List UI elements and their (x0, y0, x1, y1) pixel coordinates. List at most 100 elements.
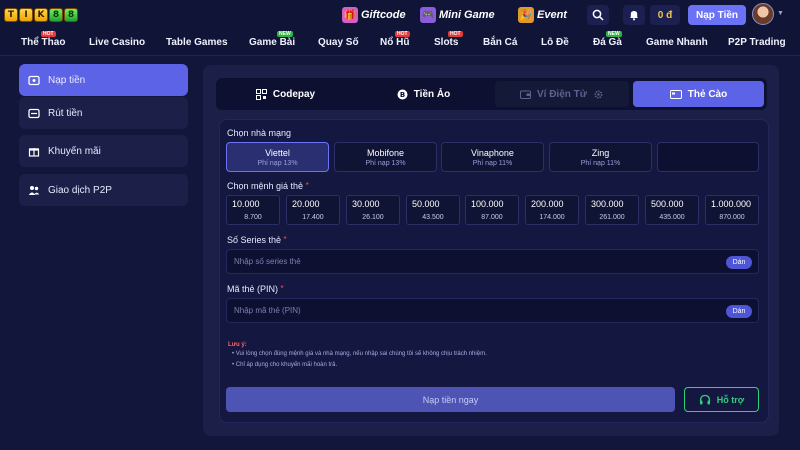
sidebar-item-nap-tien[interactable]: Nạp tiền (19, 64, 188, 96)
nav-item-no-hu[interactable]: HOT Nổ Hũ (380, 31, 410, 48)
amount-receive: 174.000 (539, 214, 565, 221)
amount-label-text: Chọn mệnh giá thẻ (227, 181, 304, 191)
avatar[interactable] (752, 3, 774, 25)
note-item: • Vui lòng chọn đúng mệnh giá và nhà mạn… (232, 351, 487, 357)
tab-tien-ao[interactable]: B Tiền Ảo (356, 81, 491, 107)
amount-option[interactable]: 500.000 435.000 (645, 195, 699, 225)
carrier-fee: Phí nạp 11% (472, 159, 513, 167)
nav-item-ban-ca[interactable]: Bắn Cá (483, 37, 517, 48)
event-link[interactable]: 🎉 Event (518, 5, 567, 25)
sidebar-item-label: Nạp tiền (48, 74, 86, 86)
amount-receive: 261.000 (599, 214, 625, 221)
serial-paste-button[interactable]: Dán (726, 256, 752, 269)
nav-item-p2p-trading[interactable]: P2P Trading (728, 37, 786, 48)
serial-label-text: Số Series thẻ (227, 235, 282, 245)
amount-option[interactable]: 30.000 26.100 (346, 195, 400, 225)
sidebar-item-label: Giao dịch P2P (48, 184, 112, 196)
amount-option[interactable]: 50.000 43.500 (406, 195, 460, 225)
nav-item-the-thao[interactable]: HOT Thể Thao (21, 31, 65, 48)
mini-game-link[interactable]: 🎮 Mini Game (420, 5, 495, 25)
nav-item-da-ga[interactable]: NEW Đá Gà (593, 31, 622, 48)
logo-letter: T (4, 8, 18, 22)
amount-value: 500.000 (651, 199, 684, 209)
carrier-name: Zing (591, 147, 610, 158)
gift-icon: 🎁 (342, 7, 358, 23)
carrier-name: Mobifone (366, 147, 405, 158)
tab-label: Codepay (272, 88, 316, 100)
arcade-icon: 🎮 (420, 7, 436, 23)
logo-letter: 8 (49, 8, 63, 22)
nav-label: Lô Đề (541, 37, 569, 48)
tab-label: Tiền Ảo (413, 88, 451, 100)
tab-vi-dien-tu[interactable]: Ví Điện Tử (495, 81, 629, 107)
amount-option[interactable]: 10.000 8.700 (226, 195, 280, 225)
header-deposit-button[interactable]: Nạp Tiền (688, 5, 746, 25)
note-title: Lưu ý: (228, 342, 247, 348)
sidebar-item-label: Rút tiền (48, 107, 83, 119)
nav-label: Bắn Cá (483, 37, 518, 48)
nav-item-table-games[interactable]: Table Games (166, 37, 228, 48)
tab-the-cao[interactable]: Thẻ Cào (633, 81, 764, 107)
amount-receive: 26.100 (362, 214, 384, 221)
sidebar-item-khuyen-mai[interactable]: Khuyến mãi (19, 135, 188, 167)
giftcode-link[interactable]: 🎁 Giftcode (342, 5, 406, 25)
amount-receive: 17.400 (302, 214, 324, 221)
amount-option[interactable]: 100.000 87.000 (465, 195, 519, 225)
pin-paste-button[interactable]: Dán (726, 305, 752, 318)
event-label: Event (537, 9, 567, 21)
new-badge: NEW (606, 31, 622, 37)
top-header: T I K 8 8 🎁 Giftcode 🎮 Mini Game 🎉 Event… (0, 0, 800, 30)
site-logo[interactable]: T I K 8 8 (4, 3, 94, 27)
nav-item-lo-de[interactable]: Lô Đề (541, 37, 569, 48)
carrier-option-zing[interactable]: Zing Phí nạp 11% (549, 142, 652, 172)
wallet-icon (27, 74, 40, 87)
sidebar-item-rut-tien[interactable]: Rút tiền (19, 97, 188, 129)
carrier-option-viettel[interactable]: Viettel Phí nạp 13% (226, 142, 329, 172)
balance-display: 0 đ (650, 5, 680, 25)
nav-item-slots[interactable]: HOT Slots (434, 31, 463, 48)
giftcode-label: Giftcode (361, 9, 406, 21)
serial-input[interactable]: Nhập số series thẻ Dán (226, 249, 759, 274)
card-icon (669, 89, 682, 99)
pin-placeholder: Nhập mã thẻ (PIN) (234, 306, 301, 315)
pin-input[interactable]: Nhập mã thẻ (PIN) Dán (226, 298, 759, 323)
amount-value: 100.000 (471, 199, 504, 209)
nav-item-live-casino[interactable]: Live Casino (89, 37, 145, 48)
amount-section-label: Chọn mệnh giá thẻ * (227, 181, 309, 191)
carrier-option-vinaphone[interactable]: Vinaphone Phí nạp 11% (441, 142, 544, 172)
carrier-option-empty[interactable] (657, 142, 759, 172)
support-button[interactable]: Hỗ trợ (684, 387, 759, 412)
mini-game-label: Mini Game (439, 9, 495, 21)
sidebar-item-giao-dich-p2p[interactable]: Giao dịch P2P (19, 174, 188, 206)
search-button[interactable] (587, 5, 609, 25)
carrier-option-mobifone[interactable]: Mobifone Phí nạp 13% (334, 142, 437, 172)
payment-method-tabs: Codepay B Tiền Ảo Ví Điện Tử Thẻ Cào (216, 78, 767, 110)
withdraw-icon (27, 107, 40, 120)
pin-label: Mã thẻ (PIN) * (227, 284, 284, 294)
notification-button[interactable] (623, 5, 645, 25)
chevron-down-icon[interactable]: ▼ (777, 10, 784, 17)
deposit-now-button[interactable]: Nạp tiền ngay (226, 387, 675, 412)
amount-option[interactable]: 200.000 174.000 (525, 195, 579, 225)
amount-option[interactable]: 1.000.000 870.000 (705, 195, 759, 225)
sidebar-item-label: Khuyến mãi (48, 145, 101, 157)
logo-letter: 8 (64, 8, 78, 22)
nav-item-quay-so[interactable]: Quay Số (318, 37, 359, 48)
amount-option[interactable]: 20.000 17.400 (286, 195, 340, 225)
amount-receive: 8.700 (244, 214, 262, 221)
nav-label: Nổ Hũ (380, 37, 410, 48)
e-wallet-icon (519, 90, 531, 99)
amount-option[interactable]: 300.000 261.000 (585, 195, 639, 225)
nav-item-game-bai[interactable]: NEW Game Bài (249, 31, 295, 48)
tab-codepay[interactable]: Codepay (219, 81, 352, 107)
p2p-icon (27, 184, 40, 197)
amount-receive: 870.000 (719, 214, 745, 221)
nav-item-game-nhanh[interactable]: Game Nhanh (646, 37, 708, 48)
pin-label-text: Mã thẻ (PIN) (227, 284, 279, 294)
required-mark: * (305, 181, 309, 190)
nav-label: Live Casino (89, 37, 146, 48)
amount-value: 300.000 (591, 199, 624, 209)
hot-badge: HOT (395, 31, 410, 37)
serial-placeholder: Nhập số series thẻ (234, 257, 301, 266)
gear-icon (594, 89, 603, 99)
